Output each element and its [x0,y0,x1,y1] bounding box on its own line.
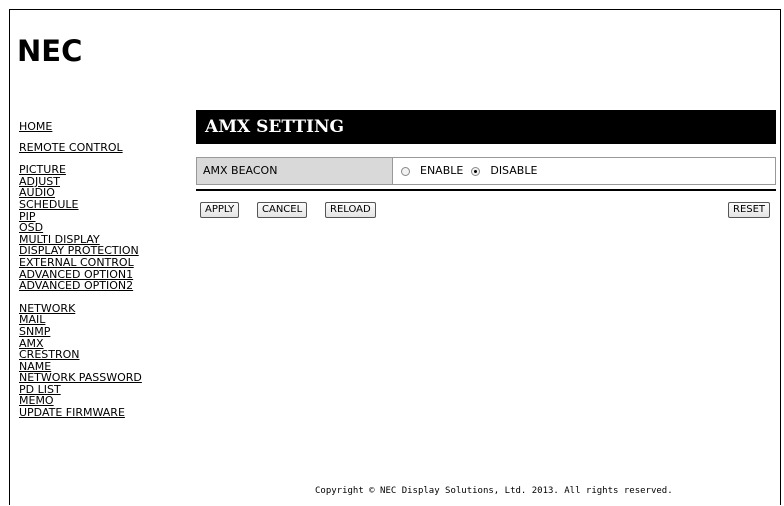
sidebar-nav: HOME REMOTE CONTROL PICTURE ADJUST AUDIO… [19,121,142,419]
nav-link-advanced-option2[interactable]: ADVANCED OPTION2 [19,280,142,292]
page-title: AMX SETTING [196,110,776,144]
nav-link-crestron[interactable]: CRESTRON [19,349,142,361]
nav-link-osd[interactable]: OSD [19,222,142,234]
nav-link-update-firmware[interactable]: UPDATE FIRMWARE [19,407,142,419]
reload-button[interactable]: RELOAD [325,202,376,218]
main-content: AMX SETTING AMX BEACON ENABLE DISABLE AP… [196,110,776,218]
amx-beacon-label: AMX BEACON [197,158,393,184]
copyright-text: Copyright © NEC Display Solutions, Ltd. … [315,486,673,496]
divider-line [196,189,776,191]
enable-radio[interactable] [401,166,410,176]
nav-link-snmp[interactable]: SNMP [19,326,142,338]
nec-logo: NEC [17,34,83,68]
nav-link-home[interactable]: HOME [19,121,142,133]
cancel-button[interactable]: CANCEL [257,202,308,218]
nav-link-remote-control[interactable]: REMOTE CONTROL [19,141,142,154]
amx-beacon-row: AMX BEACON ENABLE DISABLE [196,157,776,185]
enable-radio-label[interactable]: ENABLE [420,158,463,184]
nav-link-external-control[interactable]: EXTERNAL CONTROL [19,257,142,269]
apply-button[interactable]: APPLY [200,202,240,218]
action-buttons: APPLY CANCEL RELOAD RESET [196,202,776,218]
amx-beacon-options: ENABLE DISABLE [393,158,775,184]
nav-link-schedule[interactable]: SCHEDULE [19,199,142,211]
disable-radio-label[interactable]: DISABLE [490,158,537,184]
reset-button[interactable]: RESET [728,202,771,218]
disable-radio[interactable] [471,166,481,176]
